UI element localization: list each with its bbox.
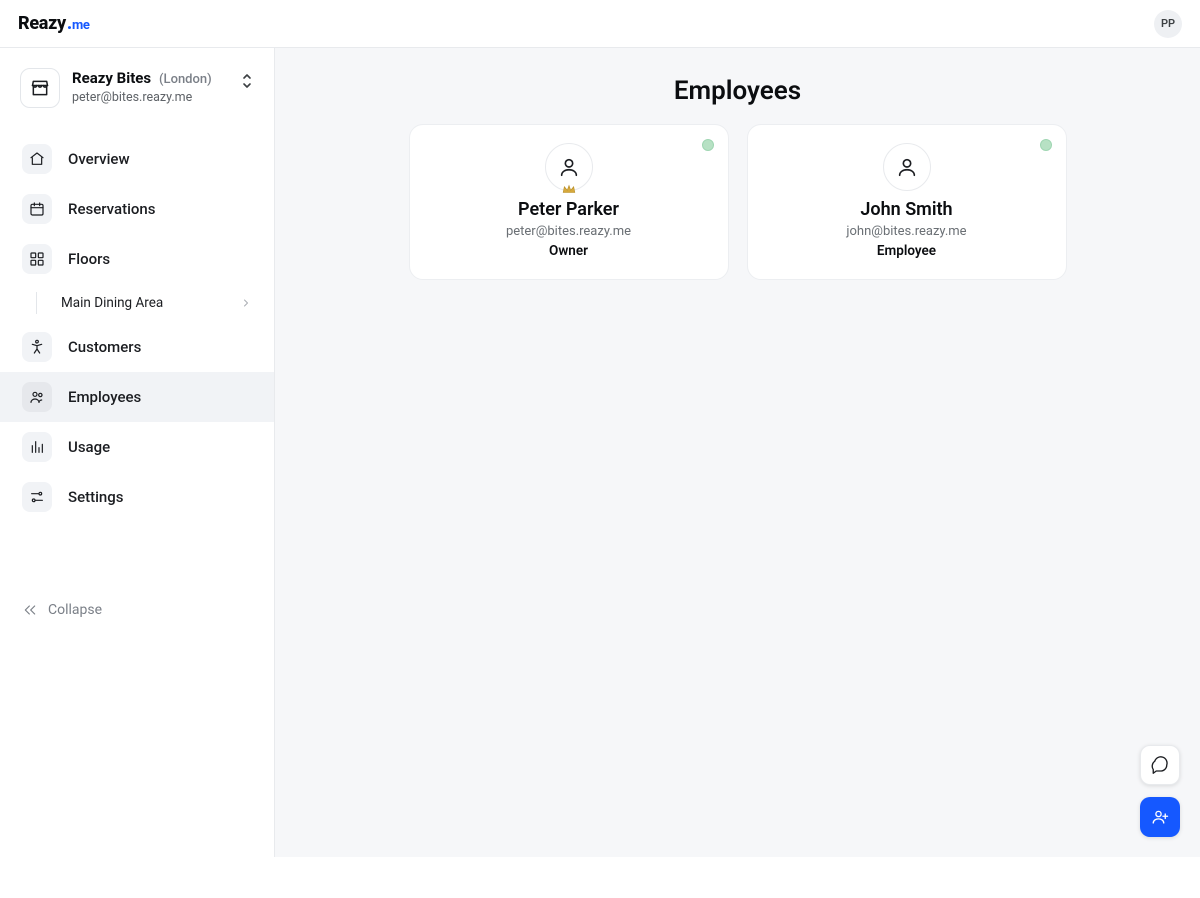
logo-suffix: me — [72, 18, 90, 33]
status-active-icon — [1040, 139, 1052, 151]
status-active-icon — [702, 139, 714, 151]
sidebar-item-label: Usage — [68, 438, 110, 456]
main-content: Employees Peter Parker peter@bites.reazy… — [275, 48, 1200, 857]
top-bar: Reazy.me PP — [0, 0, 1200, 48]
sidebar-item-overview[interactable]: Overview — [0, 134, 274, 184]
account-name: Reazy Bites — [72, 69, 151, 87]
sidebar-item-reservations[interactable]: Reservations — [0, 184, 274, 234]
employee-cards: Peter Parker peter@bites.reazy.me Owner … — [275, 124, 1200, 304]
page-title: Employees — [275, 48, 1200, 124]
accessibility-icon — [22, 332, 52, 362]
add-employee-button[interactable] — [1140, 797, 1180, 837]
collapse-sidebar-button[interactable]: Collapse — [0, 588, 274, 638]
employee-card[interactable]: John Smith john@bites.reazy.me Employee — [747, 124, 1067, 280]
sidebar-item-settings[interactable]: Settings — [0, 472, 274, 522]
bar-chart-icon — [22, 432, 52, 462]
user-avatar[interactable]: PP — [1154, 10, 1182, 38]
sidebar-item-employees[interactable]: Employees — [0, 372, 274, 422]
employee-avatar — [883, 143, 931, 191]
employee-role: Employee — [766, 243, 1048, 259]
home-icon — [22, 144, 52, 174]
employee-email: john@bites.reazy.me — [766, 224, 1048, 239]
sidebar-item-label: Customers — [68, 338, 141, 356]
sidebar-item-label: Settings — [68, 488, 124, 506]
tree-indent-line — [36, 292, 37, 314]
sidebar-item-usage[interactable]: Usage — [0, 422, 274, 472]
employee-role: Owner — [428, 243, 710, 259]
account-email: peter@bites.reazy.me — [72, 90, 228, 105]
app-logo[interactable]: Reazy.me — [18, 13, 90, 34]
sidebar-nav: Overview Reservations Floors Main Dining… — [0, 128, 274, 528]
account-location: (London) — [159, 72, 212, 87]
sidebar-subitem-main-dining-area[interactable]: Main Dining Area — [0, 284, 274, 322]
user-plus-icon — [1151, 808, 1169, 826]
calendar-icon — [22, 194, 52, 224]
collapse-label: Collapse — [48, 602, 102, 618]
chat-icon — [1151, 756, 1169, 774]
sidebar-subitem-label: Main Dining Area — [61, 295, 163, 311]
group-icon — [22, 382, 52, 412]
sliders-icon — [22, 482, 52, 512]
employee-name: John Smith — [766, 199, 1048, 220]
sidebar-item-floors[interactable]: Floors — [0, 234, 274, 284]
account-switcher[interactable]: Reazy Bites (London) peter@bites.reazy.m… — [20, 68, 254, 108]
employee-card[interactable]: Peter Parker peter@bites.reazy.me Owner — [409, 124, 729, 280]
chevron-up-down-icon[interactable] — [240, 68, 254, 90]
sidebar: Reazy Bites (London) peter@bites.reazy.m… — [0, 48, 275, 857]
employee-email: peter@bites.reazy.me — [428, 224, 710, 239]
chevrons-left-icon — [22, 602, 38, 618]
support-chat-button[interactable] — [1140, 745, 1180, 785]
user-initials: PP — [1161, 17, 1175, 30]
grid-icon — [22, 244, 52, 274]
sidebar-item-label: Employees — [68, 388, 141, 406]
sidebar-item-customers[interactable]: Customers — [0, 322, 274, 372]
crown-icon — [562, 184, 576, 194]
employee-name: Peter Parker — [428, 199, 710, 220]
storefront-icon — [20, 68, 60, 108]
chevron-right-icon — [240, 297, 252, 309]
floating-action-stack — [1140, 745, 1180, 837]
sidebar-item-label: Overview — [68, 150, 130, 168]
logo-text: Reazy — [18, 13, 66, 34]
sidebar-item-label: Reservations — [68, 200, 155, 218]
sidebar-item-label: Floors — [68, 250, 110, 268]
employee-avatar — [545, 143, 593, 191]
sidebar-footer: Collapse — [0, 528, 274, 898]
